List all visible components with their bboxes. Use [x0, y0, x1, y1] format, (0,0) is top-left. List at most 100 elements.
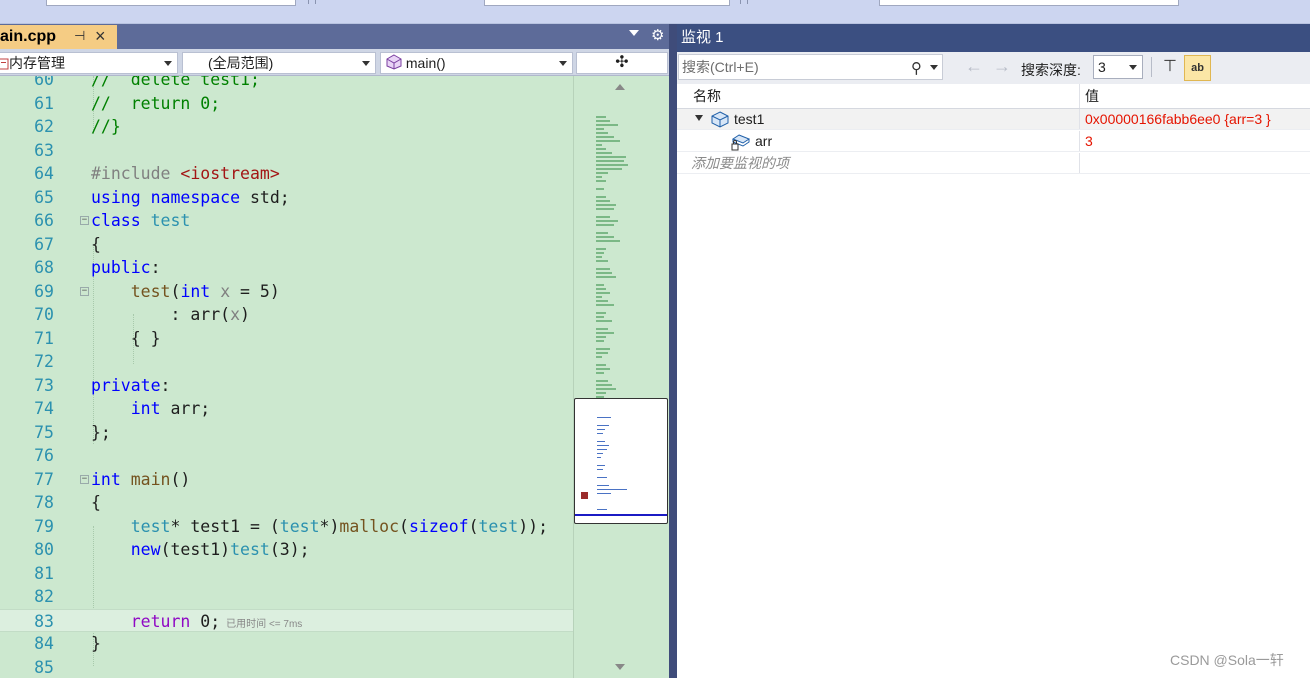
- name-column-header[interactable]: 名称: [677, 84, 1080, 108]
- add-watch-row[interactable]: 添加要监视的项: [677, 153, 1310, 174]
- minimap-line: [596, 180, 606, 182]
- private-field-icon: [731, 134, 751, 151]
- watch-grid-header: 名称 值: [677, 84, 1310, 109]
- close-icon[interactable]: ×: [95, 26, 106, 47]
- minimap-line: [596, 380, 608, 382]
- minimap-viewport[interactable]: [574, 398, 668, 524]
- minimap-line: [596, 144, 602, 146]
- code-line: 74 int arr;: [0, 397, 573, 421]
- toolbar-combo-3[interactable]: [879, 0, 1179, 6]
- collapse-icon[interactable]: −: [80, 216, 89, 225]
- toolbar-combo-2[interactable]: [484, 0, 730, 6]
- scroll-down-icon[interactable]: [615, 664, 625, 670]
- forward-arrow-icon[interactable]: →: [993, 56, 1011, 77]
- expand-arrow-icon[interactable]: [695, 115, 703, 121]
- minimap-viewport-line: [597, 429, 605, 430]
- add-watch-cell[interactable]: 添加要监视的项: [677, 153, 1080, 173]
- line-number: 61: [34, 93, 54, 113]
- code-line: 81: [0, 562, 573, 586]
- watch-value-cell[interactable]: 3: [1081, 131, 1310, 151]
- gear-icon[interactable]: ⚙: [651, 26, 664, 44]
- minimap-viewport-line: [597, 445, 609, 446]
- collapse-icon[interactable]: −: [80, 286, 89, 296]
- pin-icon[interactable]: ⊤: [1159, 55, 1181, 79]
- minimap-line: [596, 160, 624, 162]
- minimap-line: [596, 240, 620, 242]
- toolbar-combo-1[interactable]: [46, 0, 296, 6]
- minimap-line: [596, 224, 614, 226]
- minimap-line: [596, 168, 622, 170]
- value-column-header[interactable]: 值: [1081, 84, 1310, 108]
- chevron-down-icon[interactable]: [930, 65, 938, 70]
- minimap-line: [596, 356, 602, 358]
- code-line: 61// return 0;: [0, 92, 573, 116]
- minimap-line: [596, 292, 610, 294]
- minimap-line: [596, 352, 608, 354]
- code-line: 73 private:: [0, 374, 573, 398]
- split-editor-icon[interactable]: ✣: [576, 52, 668, 74]
- watch-value-cell[interactable]: 0x00000166fabb6ee0 {arr=3 }: [1081, 109, 1310, 129]
- code-line: 85: [0, 656, 573, 678]
- search-depth-value: 3: [1098, 59, 1106, 75]
- minimap-line: [596, 300, 608, 302]
- line-number: 71: [34, 328, 54, 348]
- pin-tab-icon[interactable]: ⊣: [74, 28, 85, 44]
- method-cube-icon: [386, 54, 402, 70]
- project-dropdown[interactable]: 内存管理: [0, 52, 178, 74]
- minimap-line: [596, 312, 606, 314]
- perf-tip-lens[interactable]: 已用时间 <= 7ms: [226, 619, 302, 630]
- minimap-line: [596, 120, 610, 122]
- collapse-icon[interactable]: −: [80, 474, 89, 484]
- minimap-viewport-line: [597, 425, 609, 426]
- back-arrow-icon[interactable]: ←: [965, 56, 983, 77]
- code-minimap[interactable]: [573, 76, 669, 678]
- line-number: 73: [34, 375, 54, 395]
- pane-splitter[interactable]: [669, 24, 677, 678]
- tab-list-dropdown-icon[interactable]: [629, 30, 639, 36]
- scope-dropdown[interactable]: (全局范围): [182, 52, 376, 74]
- watch-search-input[interactable]: 搜索(Ctrl+E) ⚲: [678, 54, 943, 80]
- project-icon: [0, 58, 9, 70]
- minimap-viewport-line: [597, 457, 601, 458]
- minimap-line: [596, 320, 612, 322]
- line-number: 84: [34, 634, 54, 653]
- minimap-line: [596, 220, 618, 222]
- line-number: 75: [34, 422, 54, 442]
- toolbar-separator: [308, 0, 316, 4]
- code-line: 76: [0, 444, 573, 468]
- line-number: 64: [34, 164, 54, 183]
- search-icon[interactable]: ⚲: [911, 57, 922, 81]
- watch-name-text: test1: [734, 111, 765, 127]
- watch-row-arr[interactable]: arr 3: [677, 131, 1310, 152]
- code-text-area[interactable]: 60// delete test1; 61// return 0; 62//} …: [0, 76, 573, 678]
- minimap-viewport-line: [597, 489, 627, 490]
- watch-window-title[interactable]: 监视 1: [677, 24, 1310, 52]
- line-number: 85: [34, 657, 54, 677]
- code-line: 82: [0, 585, 573, 609]
- toolbar-separator: [1151, 57, 1152, 77]
- scroll-up-icon[interactable]: [615, 84, 625, 90]
- object-icon: [711, 111, 729, 128]
- minimap-line: [596, 172, 608, 174]
- code-line: 77− int main(): [0, 468, 573, 492]
- watch-name-cell: arr: [677, 131, 1080, 151]
- minimap-line: [596, 116, 606, 118]
- tab-main-cpp[interactable]: ain.cpp ⊣ ×: [0, 25, 117, 49]
- code-line: 79 test* test1 = (test*)malloc(sizeof(te…: [0, 515, 573, 539]
- search-depth-dropdown[interactable]: 3: [1093, 55, 1143, 79]
- chevron-down-icon: [164, 61, 172, 66]
- member-dropdown[interactable]: main(): [380, 52, 573, 74]
- code-line: 66− class test: [0, 209, 573, 233]
- minimap-viewport-line: [597, 433, 603, 434]
- minimap-line: [596, 232, 608, 234]
- minimap-line: [596, 384, 612, 386]
- current-code-line: 83 return 0; 已用时间 <= 7ms: [0, 608, 573, 632]
- watch-row-test1[interactable]: test1 0x00000166fabb6ee0 {arr=3 }: [677, 109, 1310, 130]
- line-number: 74: [34, 399, 54, 418]
- code-line: 78{: [0, 491, 573, 515]
- member-label: main(): [405, 55, 446, 71]
- minimap-line: [596, 268, 610, 270]
- view-string-icon[interactable]: ab: [1184, 55, 1211, 81]
- minimap-line: [596, 200, 610, 202]
- minimap-line: [596, 140, 620, 142]
